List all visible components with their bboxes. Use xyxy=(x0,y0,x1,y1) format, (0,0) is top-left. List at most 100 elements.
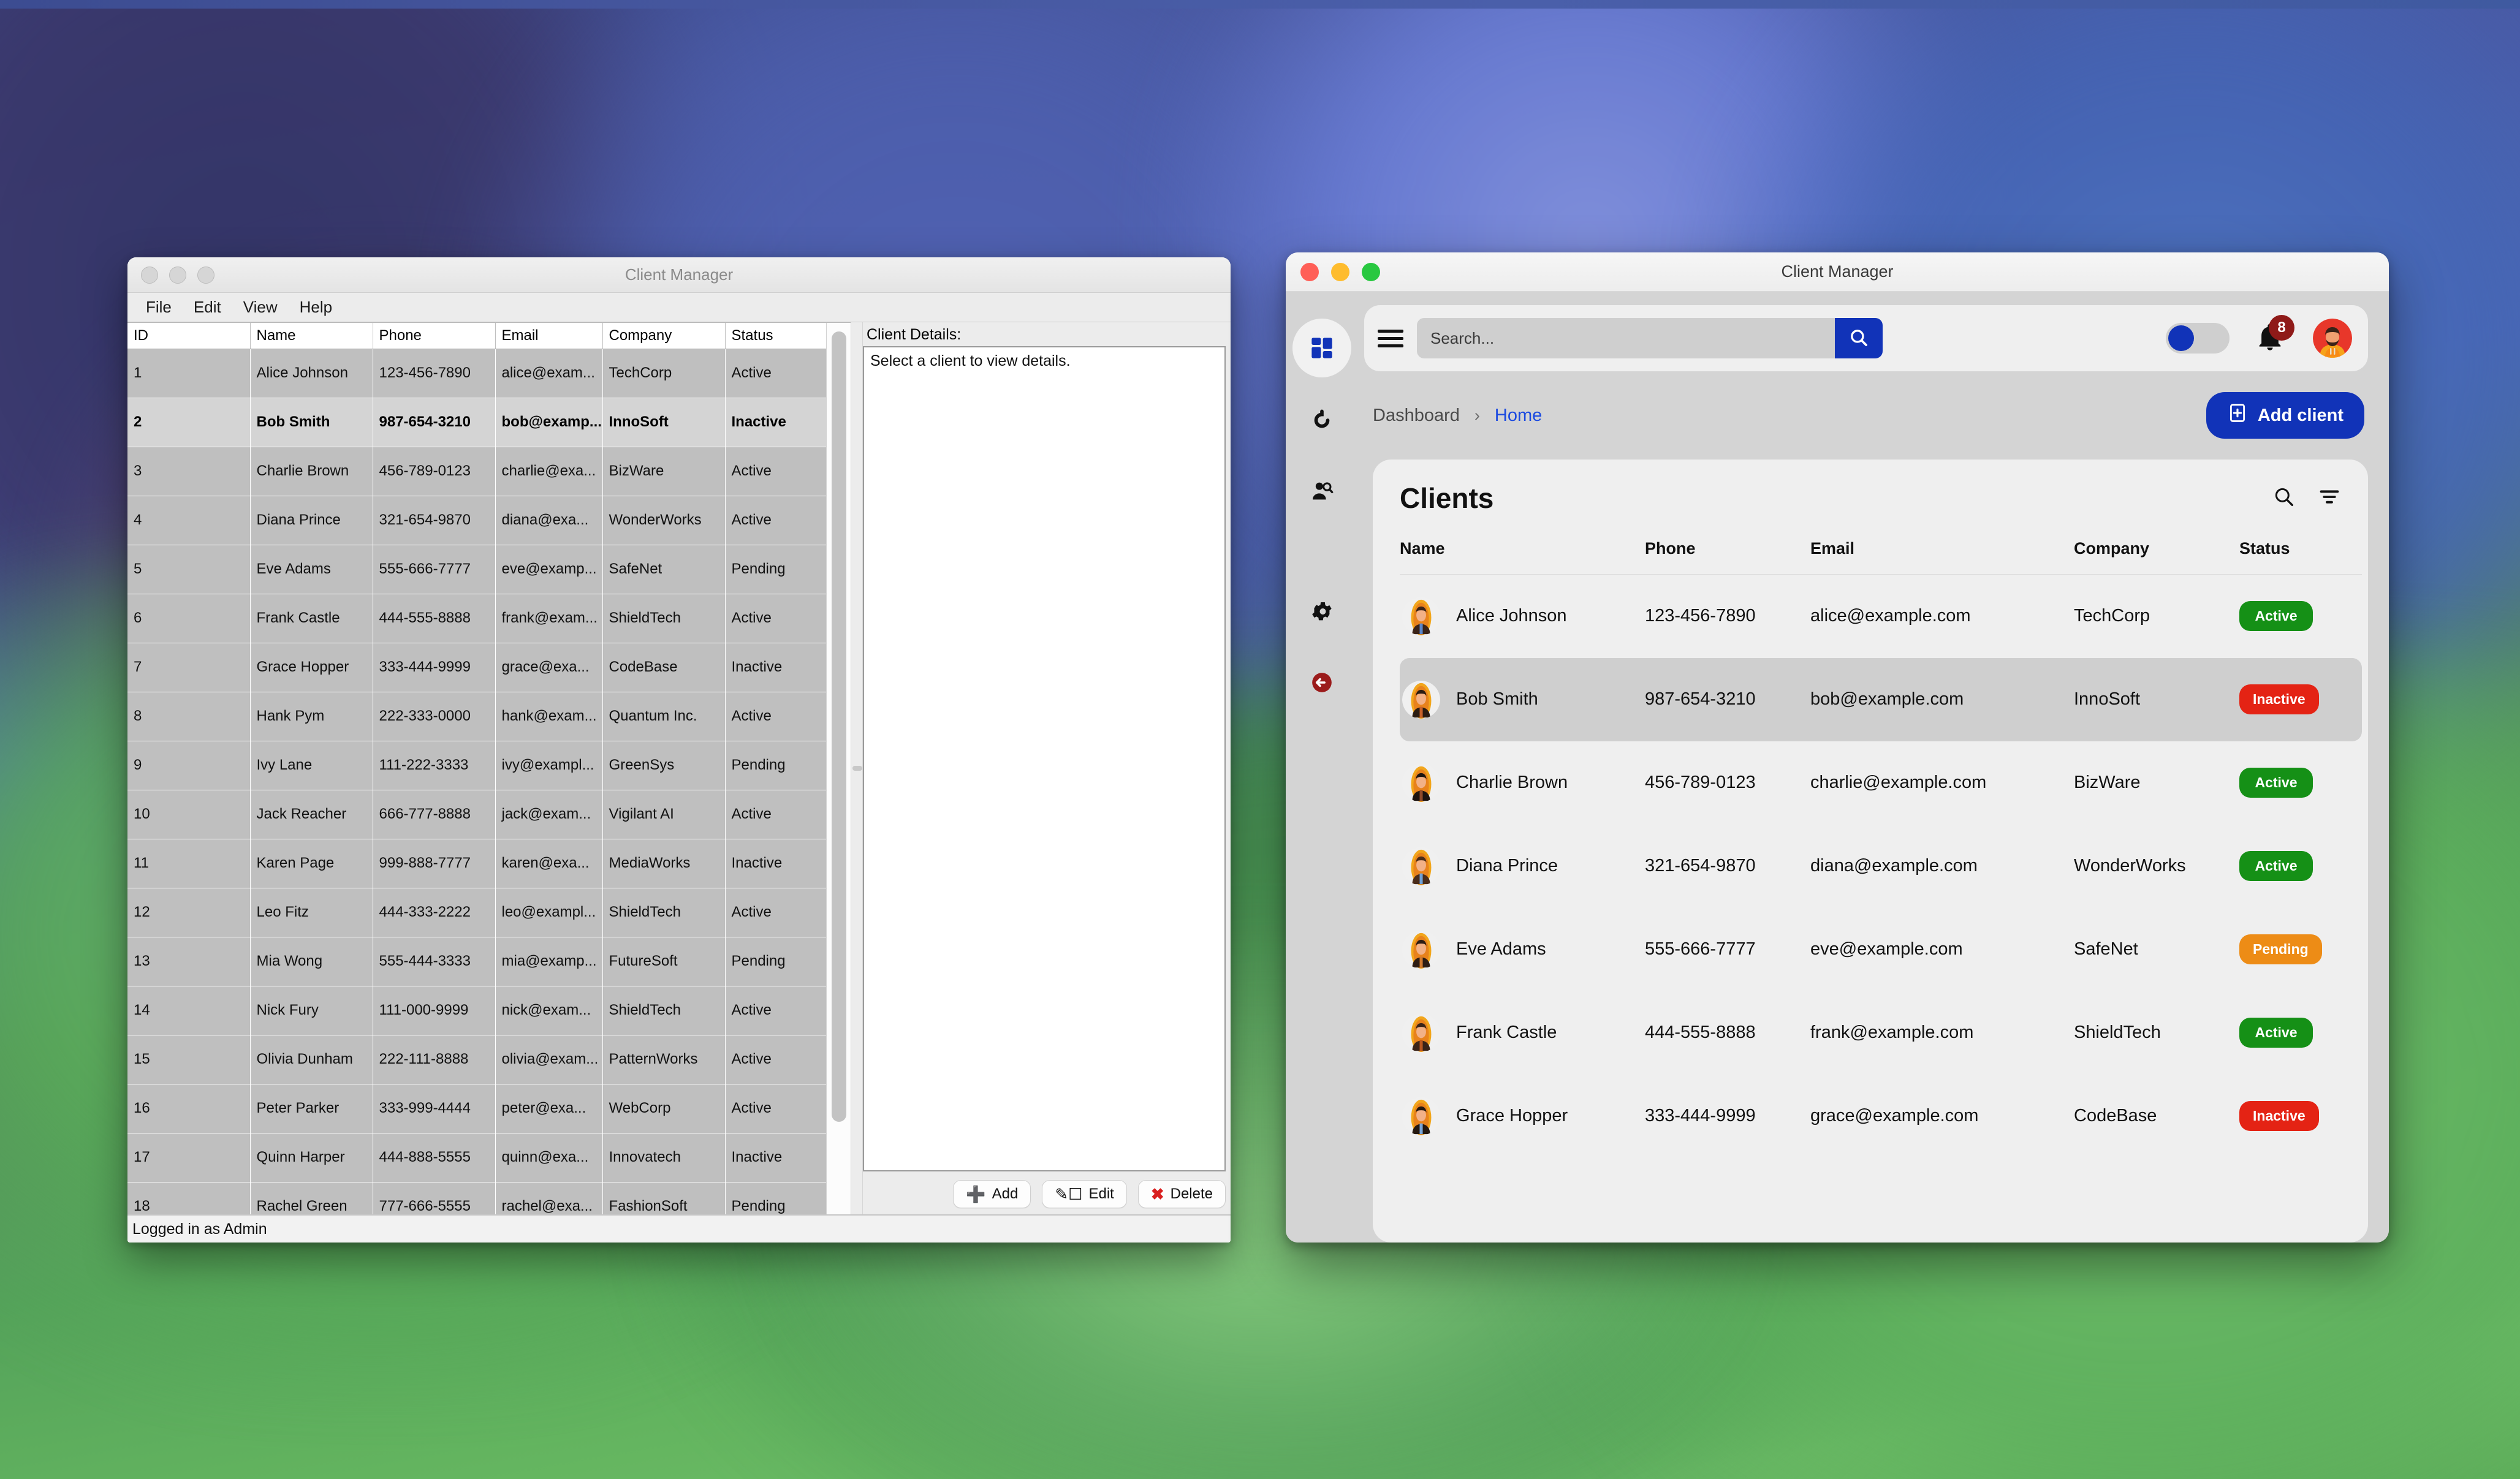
cell-status: Active xyxy=(725,1084,826,1133)
table-row[interactable]: 5 Eve Adams 555-666-7777 eve@examp... SafeNe… xyxy=(127,545,826,594)
notifications-button[interactable]: 8 xyxy=(2254,315,2294,355)
sidebar-item-dashboard[interactable] xyxy=(1292,319,1351,377)
table-row[interactable]: 17 Quinn Harper 444-888-5555 quinn@exa... In… xyxy=(127,1133,826,1182)
web-client-manager-window[interactable]: Client Manager Search... 8 Dashboard › H… xyxy=(1286,252,2389,1243)
delete-button[interactable]: ✖ Delete xyxy=(1137,1180,1226,1208)
cell-email: charlie@exa... xyxy=(495,447,603,496)
cell-status: Active xyxy=(725,888,826,937)
column-header-name[interactable]: Name xyxy=(1400,539,1645,575)
table-row[interactable]: Bob Smith 987-654-3210 bob@example.com Inno… xyxy=(1400,657,2362,741)
cell-status: Inactive xyxy=(725,643,826,692)
column-header-phone[interactable]: Phone xyxy=(1645,539,1810,575)
cell-company: Quantum Inc. xyxy=(602,692,726,741)
mac-titlebar[interactable]: Client Manager xyxy=(1286,252,2389,292)
table-row[interactable]: Diana Prince 321-654-9870 diana@example.co… xyxy=(1400,825,2362,908)
status-badge: Active xyxy=(2239,768,2313,798)
table-row[interactable]: Frank Castle 444-555-8888 frank@example.co… xyxy=(1400,991,2362,1075)
breadcrumb-item-dashboard[interactable]: Dashboard xyxy=(1373,406,1460,426)
sidebar-item-settings[interactable] xyxy=(1294,583,1350,640)
menu-view[interactable]: View xyxy=(233,295,287,319)
cell-company: PatternWorks xyxy=(602,1035,726,1084)
column-header-status[interactable]: Status xyxy=(2239,539,2362,575)
cell-id: 5 xyxy=(127,545,251,594)
table-row[interactable]: 8 Hank Pym 222-333-0000 hank@exam... Quantum… xyxy=(127,692,826,741)
search-icon[interactable] xyxy=(2272,485,2296,512)
table-row[interactable]: 12 Leo Fitz 444-333-2222 leo@exampl... Shiel… xyxy=(127,888,826,937)
client-details-textbox[interactable]: Select a client to view details. xyxy=(863,346,1226,1171)
app-main-column: 8 xyxy=(1358,292,2389,1243)
column-header-company[interactable]: Company xyxy=(602,323,726,349)
cell-email: diana@example.com xyxy=(1810,856,1978,876)
column-header-id[interactable]: ID xyxy=(127,323,251,349)
table-row[interactable]: 18 Rachel Green 777-666-5555 rachel@exa... F… xyxy=(127,1182,826,1214)
clients-table: ID Name Phone Email Company Status 1 Alic… xyxy=(127,323,826,1214)
breadcrumb-item-home[interactable]: Home xyxy=(1495,406,1542,426)
sidebar-item-logout[interactable] xyxy=(1294,654,1350,711)
cell-company: FutureSoft xyxy=(602,937,726,986)
cell-status: Pending xyxy=(725,741,826,790)
table-row[interactable]: 2 Bob Smith 987-654-3210 bob@examp... InnoSo… xyxy=(127,398,826,447)
column-header-email[interactable]: Email xyxy=(495,323,603,349)
column-header-name[interactable]: Name xyxy=(250,323,373,349)
table-row[interactable]: 3 Charlie Brown 456-789-0123 charlie@exa...… xyxy=(127,447,826,496)
table-row[interactable]: 13 Mia Wong 555-444-3333 mia@examp... Future… xyxy=(127,937,826,986)
menu-help[interactable]: Help xyxy=(290,295,342,319)
table-row[interactable]: 10 Jack Reacher 666-777-8888 jack@exam... Vi… xyxy=(127,790,826,839)
table-row[interactable]: 11 Karen Page 999-888-7777 karen@exa... Medi… xyxy=(127,839,826,888)
cell-name: Eve Adams xyxy=(250,545,373,594)
table-row[interactable]: Eve Adams 555-666-7777 eve@example.com Safe… xyxy=(1400,908,2362,991)
column-header-email[interactable]: Email xyxy=(1810,539,2074,575)
table-row[interactable]: Charlie Brown 456-789-0123 charlie@example… xyxy=(1400,741,2362,825)
table-row[interactable]: 9 Ivy Lane 111-222-3333 ivy@exampl... GreenS… xyxy=(127,741,826,790)
table-row[interactable]: 1 Alice Johnson 123-456-7890 alice@exam... T… xyxy=(127,349,826,398)
cell-id: 7 xyxy=(127,643,251,692)
column-header-phone[interactable]: Phone xyxy=(373,323,496,349)
scrollbar-thumb[interactable] xyxy=(832,331,846,1122)
menu-edit[interactable]: Edit xyxy=(184,295,231,319)
tk-statusbar: Logged in as Admin xyxy=(127,1214,1231,1243)
cell-id: 11 xyxy=(127,839,251,888)
cell-email: frank@example.com xyxy=(1810,1023,1974,1042)
sidebar-item-user-search[interactable] xyxy=(1294,463,1350,520)
table-row[interactable]: 7 Grace Hopper 333-444-9999 grace@exa... Cod… xyxy=(127,643,826,692)
theme-toggle[interactable] xyxy=(2166,323,2230,354)
cell-company: CodeBase xyxy=(602,643,726,692)
filter-icon[interactable] xyxy=(2318,485,2341,512)
table-row[interactable]: Alice Johnson 123-456-7890 alice@example.c… xyxy=(1400,575,2362,658)
tk-treeview[interactable]: ID Name Phone Email Company Status 1 Alic… xyxy=(127,323,826,1214)
avatar[interactable] xyxy=(2313,319,2352,358)
table-row[interactable]: 4 Diana Prince 321-654-9870 diana@exa... Won… xyxy=(127,496,826,545)
cell-status: Active xyxy=(725,790,826,839)
table-row[interactable]: 15 Olivia Dunham 222-111-8888 olivia@exam..… xyxy=(127,1035,826,1084)
edit-button[interactable]: ✎☐ Edit xyxy=(1042,1180,1127,1208)
cell-company: CodeBase xyxy=(2074,1106,2157,1125)
hamburger-icon[interactable] xyxy=(1378,329,1403,347)
search-button[interactable] xyxy=(1835,318,1883,358)
cell-name: Grace Hopper xyxy=(1400,1075,1645,1158)
cross-icon: ✖ xyxy=(1150,1185,1164,1203)
vertical-scrollbar[interactable] xyxy=(826,323,851,1214)
sidebar-item-refresh[interactable] xyxy=(1294,392,1350,448)
search-input[interactable] xyxy=(1417,318,1835,358)
menu-file[interactable]: File xyxy=(136,295,181,319)
cell-phone: 444-333-2222 xyxy=(373,888,496,937)
tk-client-manager-window[interactable]: Client Manager File Edit View Help ID Na… xyxy=(127,257,1231,1243)
cell-phone: 456-789-0123 xyxy=(373,447,496,496)
pane-sash-handle[interactable] xyxy=(851,322,863,1214)
table-row[interactable]: 14 Nick Fury 111-000-9999 nick@exam... Shiel… xyxy=(127,986,826,1035)
status-badge: Inactive xyxy=(2239,1101,2319,1131)
cell-id: 13 xyxy=(127,937,251,986)
table-row[interactable]: 6 Frank Castle 444-555-8888 frank@exam... Sh… xyxy=(127,594,826,643)
column-header-company[interactable]: Company xyxy=(2074,539,2239,575)
table-row[interactable]: Grace Hopper 333-444-9999 grace@example.co… xyxy=(1400,1075,2362,1158)
cell-email: eve@examp... xyxy=(495,545,603,594)
tk-details-pane: Client Details: Select a client to view … xyxy=(863,322,1231,1214)
add-client-button[interactable]: Add client xyxy=(2206,392,2364,439)
table-row[interactable]: 16 Peter Parker 333-999-4444 peter@exa... We… xyxy=(127,1084,826,1133)
tk-titlebar[interactable]: Client Manager xyxy=(127,257,1231,293)
cell-id: 16 xyxy=(127,1084,251,1133)
edit-button-label: Edit xyxy=(1088,1186,1114,1202)
add-button[interactable]: ➕ Add xyxy=(953,1180,1031,1208)
cell-phone: 999-888-7777 xyxy=(373,839,496,888)
column-header-status[interactable]: Status xyxy=(725,323,826,349)
